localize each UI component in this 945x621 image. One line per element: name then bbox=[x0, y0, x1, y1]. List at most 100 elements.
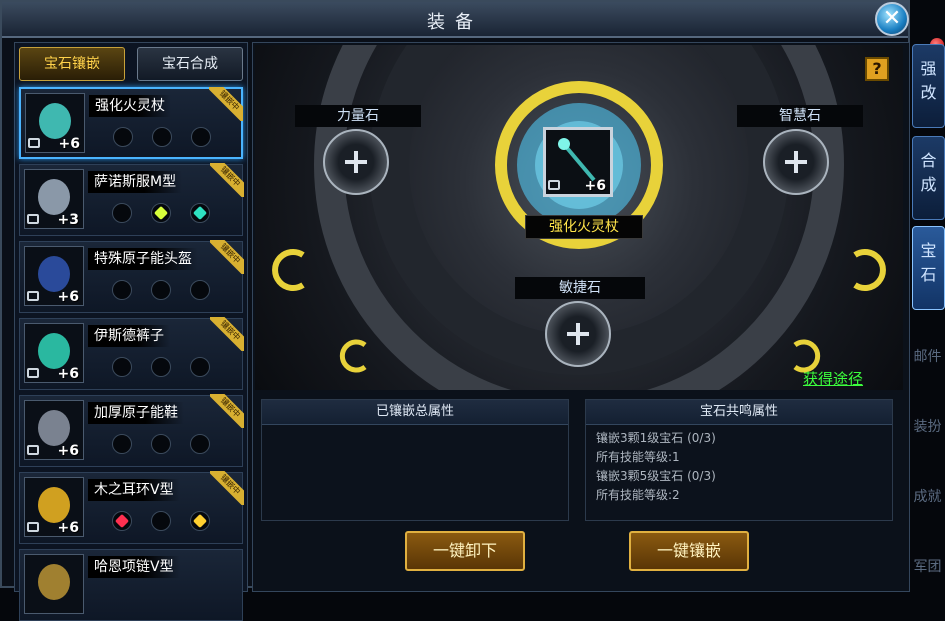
inlaying-ribbon: 镶嵌中 bbox=[209, 87, 243, 121]
resonance-line: 所有技能等级:2 bbox=[596, 488, 680, 502]
necklace-icon bbox=[38, 564, 70, 600]
gem-slot bbox=[190, 357, 210, 377]
item-name: 加厚原子能鞋 bbox=[88, 402, 184, 424]
equipment-row[interactable]: +3 萨诺斯服M型 镶嵌中 bbox=[19, 163, 244, 236]
gem-icon bbox=[114, 513, 130, 529]
item-name: 哈恩项链V型 bbox=[88, 556, 180, 578]
gem-slot bbox=[190, 434, 210, 454]
item-slot: +6 bbox=[25, 93, 85, 153]
side-tab-gem[interactable]: 宝 石 bbox=[912, 226, 945, 310]
wisdom-stone-label: 智慧石 bbox=[737, 105, 863, 127]
inlay-all-button[interactable]: 一键镶嵌 bbox=[629, 531, 749, 571]
selected-item-slot[interactable]: +6 bbox=[543, 127, 613, 197]
close-icon: ✕ bbox=[882, 6, 902, 31]
side-mail[interactable]: 邮件 bbox=[910, 346, 945, 366]
lock-icon bbox=[27, 445, 39, 455]
side-legion[interactable]: 军团 bbox=[910, 556, 945, 576]
strength-stone-label: 力量石 bbox=[295, 105, 421, 127]
item-level: +3 bbox=[57, 212, 79, 228]
item-slot: +6 bbox=[24, 400, 84, 460]
equipment-row[interactable]: 哈恩项链V型 bbox=[19, 549, 243, 621]
inlaying-ribbon: 镶嵌中 bbox=[210, 394, 244, 428]
gem-slot bbox=[112, 511, 132, 531]
item-name: 特殊原子能头盔 bbox=[88, 248, 198, 270]
gem-slot bbox=[112, 203, 132, 223]
ribbon-label: 镶嵌中 bbox=[210, 471, 244, 505]
item-level: +6 bbox=[57, 520, 79, 536]
gem-slot bbox=[151, 511, 171, 531]
vault-background: ? 力量石 智慧石 敏捷石 +6 强化火灵杖 获得途径 bbox=[255, 45, 903, 390]
gem-slots bbox=[112, 280, 229, 304]
close-button[interactable]: ✕ bbox=[875, 2, 909, 36]
ribbon-label: 镶嵌中 bbox=[210, 240, 244, 274]
ribbon-label: 镶嵌中 bbox=[210, 317, 244, 351]
item-name: 萨诺斯服M型 bbox=[88, 171, 183, 193]
selected-item-name: 强化火灵杖 bbox=[525, 215, 643, 239]
help-icon[interactable]: ? bbox=[865, 57, 889, 81]
plus-icon bbox=[785, 151, 807, 173]
gem-slots bbox=[112, 203, 229, 227]
item-name: 强化火灵杖 bbox=[89, 95, 171, 117]
item-slot: +6 bbox=[24, 477, 84, 537]
agility-stone-slot[interactable] bbox=[545, 301, 611, 367]
inlaying-ribbon: 镶嵌中 bbox=[210, 163, 244, 197]
gem-slot bbox=[113, 127, 133, 147]
inlay-panel: ? 力量石 智慧石 敏捷石 +6 强化火灵杖 获得途径 已镶嵌总属性 宝石共鸣属… bbox=[252, 42, 910, 592]
inlaying-ribbon: 镶嵌中 bbox=[210, 471, 244, 505]
side-tab-synthesis[interactable]: 合 成 bbox=[912, 136, 945, 220]
gem-icon bbox=[192, 205, 208, 221]
equipment-row[interactable]: +6 特殊原子能头盔 镶嵌中 bbox=[19, 240, 244, 313]
gem-slot bbox=[190, 511, 210, 531]
gem-icon bbox=[153, 205, 169, 221]
tab-gem-synthesis[interactable]: 宝石合成 bbox=[137, 47, 243, 81]
item-slot bbox=[24, 554, 84, 614]
resonance-line: 所有技能等级:1 bbox=[596, 450, 680, 464]
wisdom-stone-slot[interactable] bbox=[763, 129, 829, 195]
equipment-list-panel: 宝石镶嵌 宝石合成 +6 强化火灵杖 镶嵌中 +3 萨诺斯服M型 镶嵌中 +6 特殊原子能头盔… bbox=[14, 42, 248, 621]
equipment-row[interactable]: +6 加厚原子能鞋 镶嵌中 bbox=[19, 394, 244, 467]
ribbon-label: 镶嵌中 bbox=[209, 87, 243, 121]
ribbon-label: 镶嵌中 bbox=[210, 163, 244, 197]
gem-slot bbox=[152, 127, 172, 147]
side-tab-label: 石 bbox=[920, 265, 937, 284]
obtain-link[interactable]: 获得途径 bbox=[803, 368, 863, 389]
gem-slot bbox=[112, 434, 132, 454]
side-tab-enhance[interactable]: 强 改 bbox=[912, 44, 945, 128]
gem-slots bbox=[113, 127, 230, 151]
gem-slots bbox=[112, 357, 229, 381]
item-level: +6 bbox=[58, 136, 80, 152]
side-achievement[interactable]: 成就 bbox=[910, 486, 945, 506]
lock-icon bbox=[27, 214, 39, 224]
resonance-attributes-title: 宝石共鸣属性 bbox=[586, 400, 892, 425]
lock-icon bbox=[27, 522, 39, 532]
item-level: +6 bbox=[584, 178, 606, 194]
equipment-row[interactable]: +6 强化火灵杖 镶嵌中 bbox=[19, 87, 243, 159]
ribbon-label: 镶嵌中 bbox=[210, 394, 244, 428]
window-title: 装备 bbox=[427, 12, 483, 33]
gem-slot bbox=[151, 203, 171, 223]
unload-all-button[interactable]: 一键卸下 bbox=[405, 531, 525, 571]
agility-stone-label: 敏捷石 bbox=[515, 277, 645, 299]
item-level: +6 bbox=[57, 289, 79, 305]
inlaying-ribbon: 镶嵌中 bbox=[210, 240, 244, 274]
gem-slot bbox=[151, 357, 171, 377]
gem-slot bbox=[151, 434, 171, 454]
lock-icon bbox=[548, 180, 560, 190]
side-tab-label: 宝 bbox=[920, 241, 937, 260]
item-slot: +3 bbox=[24, 169, 84, 229]
item-name: 木之耳环V型 bbox=[88, 479, 180, 501]
equipment-row[interactable]: +6 伊斯德裤子 镶嵌中 bbox=[19, 317, 244, 390]
tab-gem-inlay[interactable]: 宝石镶嵌 bbox=[19, 47, 125, 81]
strength-stone-slot[interactable] bbox=[323, 129, 389, 195]
equipment-row[interactable]: +6 木之耳环V型 镶嵌中 bbox=[19, 471, 244, 544]
gem-slot bbox=[190, 280, 210, 300]
plus-icon bbox=[345, 151, 367, 173]
lock-icon bbox=[28, 138, 40, 148]
side-outfit[interactable]: 装扮 bbox=[910, 416, 945, 436]
gem-slot bbox=[151, 280, 171, 300]
item-level: +6 bbox=[57, 443, 79, 459]
item-slot: +6 bbox=[24, 323, 84, 383]
resonance-line: 镶嵌3颗1级宝石 (0/3) bbox=[596, 431, 716, 445]
plus-icon bbox=[567, 323, 589, 345]
gem-slot bbox=[112, 357, 132, 377]
